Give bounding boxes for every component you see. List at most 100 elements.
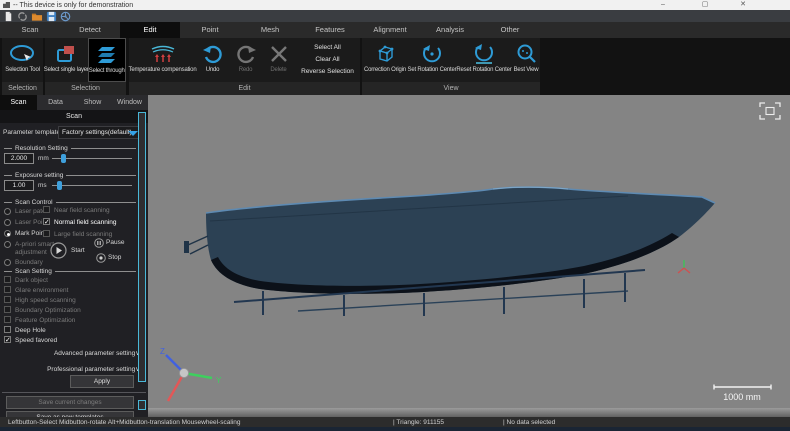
- device-sync-icon[interactable]: [17, 11, 28, 22]
- near-field-label: Near field scanning: [54, 207, 110, 214]
- sidebar-tab-window[interactable]: Window: [111, 95, 148, 110]
- correction-origin-button[interactable]: Correction Origin: [362, 38, 408, 73]
- reset-rotation-center-button[interactable]: Reset Rotation Center: [456, 38, 512, 73]
- laser-point-radio[interactable]: [4, 219, 11, 226]
- exposure-unit: ms: [38, 182, 47, 189]
- group-caption-selection: Selection: [45, 82, 126, 95]
- resolution-unit: mm: [38, 155, 49, 162]
- save-current-changes-button[interactable]: Save current changes: [6, 396, 134, 409]
- scan-setting-legend: Scan Setting: [4, 268, 136, 275]
- exposure-input[interactable]: 1.00: [4, 180, 34, 191]
- new-project-icon[interactable]: [3, 11, 14, 22]
- mark-point-radio[interactable]: [4, 230, 11, 237]
- quick-access-toolbar: [0, 10, 790, 22]
- scale-bar-label: 1000 mm: [723, 392, 761, 402]
- select-through-button[interactable]: Select through: [88, 38, 126, 82]
- deep-hole-checkbox[interactable]: [4, 326, 11, 333]
- sidebar-scrollbar[interactable]: [138, 112, 146, 382]
- maximize-button[interactable]: ▢: [698, 0, 712, 10]
- normal-field-checkbox[interactable]: ✓: [43, 218, 50, 225]
- tab-other[interactable]: Other: [480, 22, 540, 38]
- glare-environment-checkbox[interactable]: [4, 286, 11, 293]
- pause-scan-icon[interactable]: [94, 238, 104, 248]
- calibration-wheel-icon[interactable]: [60, 11, 71, 22]
- select-through-icon: [96, 42, 118, 68]
- reverse-selection-button[interactable]: Reverse Selection: [296, 68, 360, 75]
- tab-scan[interactable]: Scan: [0, 22, 60, 38]
- start-scan-icon[interactable]: [50, 242, 67, 259]
- set-rotation-center-button[interactable]: Set Rotation Center: [408, 38, 456, 73]
- slider-handle[interactable]: [57, 181, 62, 190]
- sidebar-tab-scan[interactable]: Scan: [0, 95, 37, 110]
- apriori-radio[interactable]: [4, 241, 11, 248]
- temperature-compensation-button[interactable]: Temperature compensation: [130, 38, 196, 73]
- viewport-bottom-scrollbar[interactable]: [148, 408, 790, 417]
- resolution-slider[interactable]: [52, 153, 132, 164]
- stop-scan-label[interactable]: Stop: [108, 254, 121, 261]
- ribbon-group-view: Correction Origin Set Rotation Center: [362, 38, 540, 95]
- scan-control-legend: Scan Control: [4, 199, 136, 206]
- high-speed-checkbox[interactable]: [4, 296, 11, 303]
- tab-detect[interactable]: Detect: [60, 22, 120, 38]
- parameter-template-label: Parameter template: [3, 129, 60, 136]
- normal-field-label: Normal field scanning: [54, 219, 117, 226]
- reset-rotation-center-icon: [473, 41, 495, 67]
- sidebar-scrollbar-end[interactable]: [138, 400, 146, 410]
- close-button[interactable]: ✕: [736, 0, 750, 10]
- boundary-optimization-checkbox[interactable]: [4, 306, 11, 313]
- application-window: -- This device is only for demonstration…: [0, 0, 790, 431]
- dark-object-checkbox[interactable]: [4, 276, 11, 283]
- speed-favored-checkbox[interactable]: ✓: [4, 336, 11, 343]
- slider-handle[interactable]: [61, 154, 66, 163]
- slider-track: [52, 185, 132, 186]
- tab-features[interactable]: Features: [300, 22, 360, 38]
- sidebar-tab-show[interactable]: Show: [74, 95, 111, 110]
- set-rotation-center-icon: [421, 41, 443, 67]
- exposure-setting-legend: Exposure setting: [4, 172, 136, 179]
- sidebar-tab-data[interactable]: Data: [37, 95, 74, 110]
- selection-tool-button[interactable]: Selection Tool: [5, 38, 39, 73]
- boundary-radio[interactable]: [4, 259, 11, 266]
- undo-icon: [202, 41, 224, 67]
- select-all-button[interactable]: Select All: [296, 44, 360, 51]
- boundary-optimization-label: Boundary Optimization: [15, 307, 81, 314]
- open-folder-icon[interactable]: [31, 11, 43, 22]
- minimize-button[interactable]: –: [656, 0, 670, 10]
- tab-analysis[interactable]: Analysis: [420, 22, 480, 38]
- bottom-strip: [0, 427, 790, 431]
- exposure-slider[interactable]: [52, 180, 132, 191]
- edit-link-stack: Select All Clear All Reverse Selection: [296, 38, 360, 75]
- large-field-checkbox[interactable]: [43, 230, 50, 237]
- advanced-parameter-link[interactable]: Advanced parameter setting∨: [54, 349, 140, 357]
- tab-edit[interactable]: Edit: [120, 22, 180, 38]
- best-view-button[interactable]: Best View: [512, 38, 540, 73]
- delete-button[interactable]: Delete: [263, 38, 295, 73]
- tab-mesh[interactable]: Mesh: [240, 22, 300, 38]
- professional-parameter-link[interactable]: Professional parameter setting∨: [47, 365, 140, 373]
- parameter-template-dropdown[interactable]: Factory settings(default): [58, 126, 142, 139]
- speed-favored-label: Speed favored: [15, 337, 57, 344]
- feature-optimization-checkbox[interactable]: [4, 316, 11, 323]
- 3d-viewport[interactable]: Z Y 1000 mm: [148, 95, 790, 408]
- select-single-layer-icon: [56, 41, 76, 67]
- redo-button[interactable]: Redo: [230, 38, 262, 73]
- stop-scan-icon[interactable]: [96, 253, 106, 263]
- clear-all-button[interactable]: Clear All: [296, 56, 360, 63]
- save-icon[interactable]: [46, 11, 57, 22]
- ribbon: Selection Tool Selection Tool Select sin…: [0, 38, 790, 95]
- laser-patch-radio[interactable]: [4, 208, 11, 215]
- start-scan-label[interactable]: Start: [71, 247, 85, 254]
- pause-scan-label[interactable]: Pause: [106, 239, 124, 246]
- near-field-checkbox[interactable]: [43, 206, 50, 213]
- tab-point[interactable]: Point: [180, 22, 240, 38]
- group-caption-edit: Edit: [129, 82, 360, 95]
- tab-alignment[interactable]: Alignment: [360, 22, 420, 38]
- title-bar: -- This device is only for demonstration…: [0, 0, 790, 10]
- sidebar-divider: [2, 392, 146, 393]
- undo-button[interactable]: Undo: [197, 38, 229, 73]
- deep-hole-label: Deep Hole: [15, 327, 46, 334]
- apply-button[interactable]: Apply: [70, 375, 134, 388]
- resolution-input[interactable]: 2.000: [4, 153, 34, 164]
- sidebar-panel: Scan Data Show Window Scan Parameter tem…: [0, 95, 148, 417]
- select-single-layer-button[interactable]: Select single layer: [45, 38, 87, 73]
